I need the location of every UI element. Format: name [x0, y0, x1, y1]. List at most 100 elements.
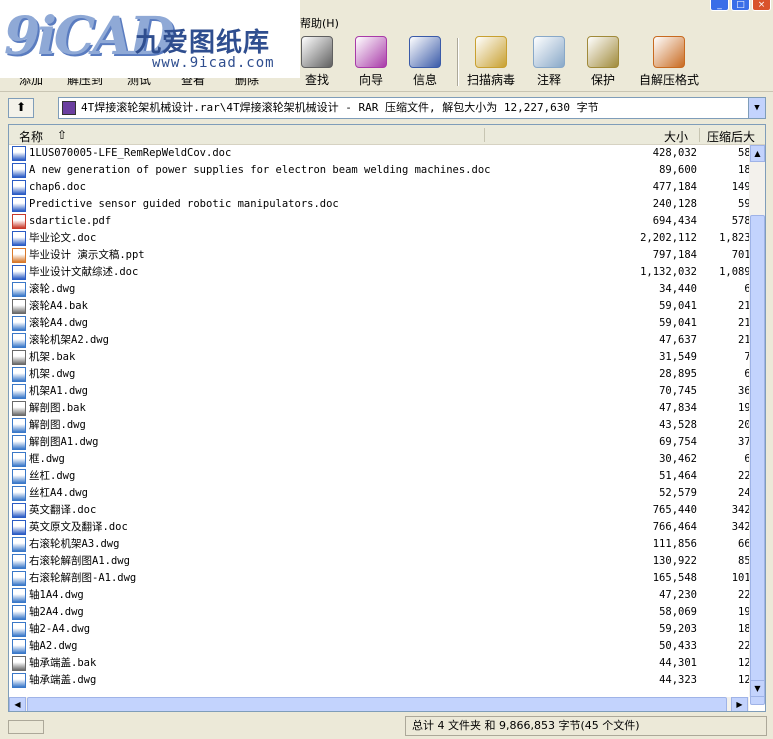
file-size: 766,464: [652, 521, 697, 533]
table-row[interactable]: 毕业论文.doc 2,202,112 1,823,: [9, 230, 749, 247]
table-row[interactable]: 解剖图.dwg 43,528 20,: [9, 417, 749, 434]
table-row[interactable]: 滚轮.dwg 34,440 6,: [9, 281, 749, 298]
file-size: 47,637: [659, 334, 697, 346]
file-packed-size: 101,: [731, 572, 749, 584]
chevron-down-icon[interactable]: ▼: [748, 98, 765, 118]
file-size: 70,745: [659, 385, 697, 397]
file-packed-size: 18,: [738, 164, 749, 176]
file-name: 右滚轮解剖图-A1.dwg: [29, 572, 137, 584]
toolbar-button-virus-scan[interactable]: 扫描病毒: [464, 34, 518, 90]
dwg-file-icon: [12, 452, 26, 467]
archive-path-text: 4T焊接滚轮架机械设计.rar\4T焊接滚轮架机械设计 - RAR 压缩文件, …: [81, 101, 599, 114]
column-divider[interactable]: [484, 128, 485, 142]
bak-file-icon: [12, 350, 26, 365]
toolbar-button-wizard[interactable]: 向导: [344, 34, 398, 90]
up-arrow-icon: ⬆: [15, 100, 27, 114]
scroll-down-icon[interactable]: ▼: [750, 680, 765, 697]
table-row[interactable]: 右滚轮解剖图-A1.dwg 165,548 101,: [9, 570, 749, 587]
table-row[interactable]: 毕业设计文献综述.doc 1,132,032 1,089,: [9, 264, 749, 281]
table-row[interactable]: 英文原文及翻译.doc 766,464 342,: [9, 519, 749, 536]
doc-file-icon: [12, 231, 26, 246]
table-row[interactable]: 机架A1.dwg 70,745 36,: [9, 383, 749, 400]
scroll-right-icon[interactable]: ▶: [731, 697, 748, 711]
table-row[interactable]: 机架.dwg 28,895 6,: [9, 366, 749, 383]
table-row[interactable]: 右滚轮解剖图A1.dwg 130,922 85,: [9, 553, 749, 570]
dwg-file-icon: [12, 571, 26, 586]
table-row[interactable]: 毕业设计 演示文稿.ppt 797,184 701,: [9, 247, 749, 264]
table-row[interactable]: 解剖图.bak 47,834 19,: [9, 400, 749, 417]
file-packed-size: 20,: [738, 419, 749, 431]
file-size: 765,440: [652, 504, 697, 516]
table-row[interactable]: 轴2A4.dwg 58,069 19,: [9, 604, 749, 621]
vertical-scrollbar[interactable]: ▲ ▼: [749, 145, 765, 705]
table-row[interactable]: 滚轮A4.bak 59,041 21,: [9, 298, 749, 315]
table-row[interactable]: 1LUS070005-LFE_RemRepWeldCov.doc 428,032 5…: [9, 145, 749, 162]
toolbar-button-info[interactable]: 信息: [398, 34, 452, 90]
file-packed-size: 36,: [738, 385, 749, 397]
file-size: 165,548: [652, 572, 697, 584]
minimize-icon[interactable]: _: [710, 0, 729, 11]
maximize-icon[interactable]: □: [731, 0, 750, 11]
table-row[interactable]: 机架.bak 31,549 7,: [9, 349, 749, 366]
horizontal-scrollbar[interactable]: ◀ ▶: [9, 697, 749, 711]
protect-icon: [587, 36, 619, 68]
scroll-left-icon[interactable]: ◀: [9, 697, 26, 711]
table-row[interactable]: 滚轮机架A2.dwg 47,637 21,: [9, 332, 749, 349]
file-size: 240,128: [652, 198, 697, 210]
bak-file-icon: [12, 656, 26, 671]
toolbar-label: 扫描病毒: [466, 73, 515, 87]
file-packed-size: 37,: [738, 436, 749, 448]
toolbar-button-comment[interactable]: 注释: [522, 34, 576, 90]
column-divider[interactable]: [699, 128, 700, 142]
file-name: 滚轮.dwg: [29, 283, 76, 295]
column-packed[interactable]: 压缩后大: [707, 128, 755, 145]
hscroll-thumb[interactable]: [27, 697, 727, 711]
table-row[interactable]: 英文翻译.doc 765,440 342,: [9, 502, 749, 519]
file-size: 59,041: [659, 300, 697, 312]
file-name: A new generation of power supplies for e…: [29, 164, 491, 176]
doc-file-icon: [12, 265, 26, 280]
table-row[interactable]: 滚轮A4.dwg 59,041 21,: [9, 315, 749, 332]
table-row[interactable]: A new generation of power supplies for e…: [9, 162, 749, 179]
scroll-thumb[interactable]: [750, 215, 765, 705]
close-icon[interactable]: ×: [752, 0, 771, 11]
file-packed-size: 1,823,: [719, 232, 749, 244]
table-row[interactable]: 丝杠.dwg 51,464 22,: [9, 468, 749, 485]
dwg-file-icon: [12, 435, 26, 450]
table-row[interactable]: 轴承端盖.bak 44,301 12,: [9, 655, 749, 672]
dwg-file-icon: [12, 554, 26, 569]
column-name[interactable]: 名称: [19, 128, 43, 145]
table-row[interactable]: 丝杠A4.dwg 52,579 24,: [9, 485, 749, 502]
file-packed-size: 12,: [738, 674, 749, 686]
table-row[interactable]: 轴A2.dwg 50,433 22,: [9, 638, 749, 655]
table-row[interactable]: 右滚轮机架A3.dwg 111,856 66,: [9, 536, 749, 553]
toolbar-button-sfx[interactable]: 自解压格式: [634, 34, 704, 90]
file-size: 797,184: [652, 249, 697, 261]
archive-path-field[interactable]: 4T焊接滚轮架机械设计.rar\4T焊接滚轮架机械设计 - RAR 压缩文件, …: [58, 97, 766, 119]
table-row[interactable]: 轴承端盖.dwg 44,323 12,: [9, 672, 749, 689]
table-row[interactable]: chap6.doc 477,184 149,: [9, 179, 749, 196]
file-packed-size: 22,: [738, 640, 749, 652]
file-size: 694,434: [652, 215, 697, 227]
sfx-icon: [653, 36, 685, 68]
file-size: 52,579: [659, 487, 697, 499]
logo-url: www.9icad.com: [152, 55, 275, 71]
file-packed-size: 59,: [738, 198, 749, 210]
file-packed-size: 342,: [731, 504, 749, 516]
file-rows: 1LUS070005-LFE_RemRepWeldCov.doc 428,032 5…: [9, 145, 749, 697]
table-row[interactable]: 解剖图A1.dwg 69,754 37,: [9, 434, 749, 451]
table-row[interactable]: 轴2-A4.dwg 59,203 18,: [9, 621, 749, 638]
doc-file-icon: [12, 197, 26, 212]
scroll-up-icon[interactable]: ▲: [750, 145, 765, 162]
table-row[interactable]: 轴1A4.dwg 47,230 22,: [9, 587, 749, 604]
menu-help[interactable]: 帮助(H): [300, 15, 339, 31]
file-packed-size: 66,: [738, 538, 749, 550]
table-row[interactable]: Predictive sensor guided robotic manipul…: [9, 196, 749, 213]
column-size[interactable]: 大小: [664, 128, 688, 145]
table-row[interactable]: 框.dwg 30,462 6,: [9, 451, 749, 468]
pdf-file-icon: [12, 214, 26, 229]
up-folder-button[interactable]: ⬆: [8, 98, 34, 118]
table-row[interactable]: sdarticle.pdf 694,434 578,: [9, 213, 749, 230]
toolbar-button-protect[interactable]: 保护: [576, 34, 630, 90]
file-packed-size: 701,: [731, 249, 749, 261]
